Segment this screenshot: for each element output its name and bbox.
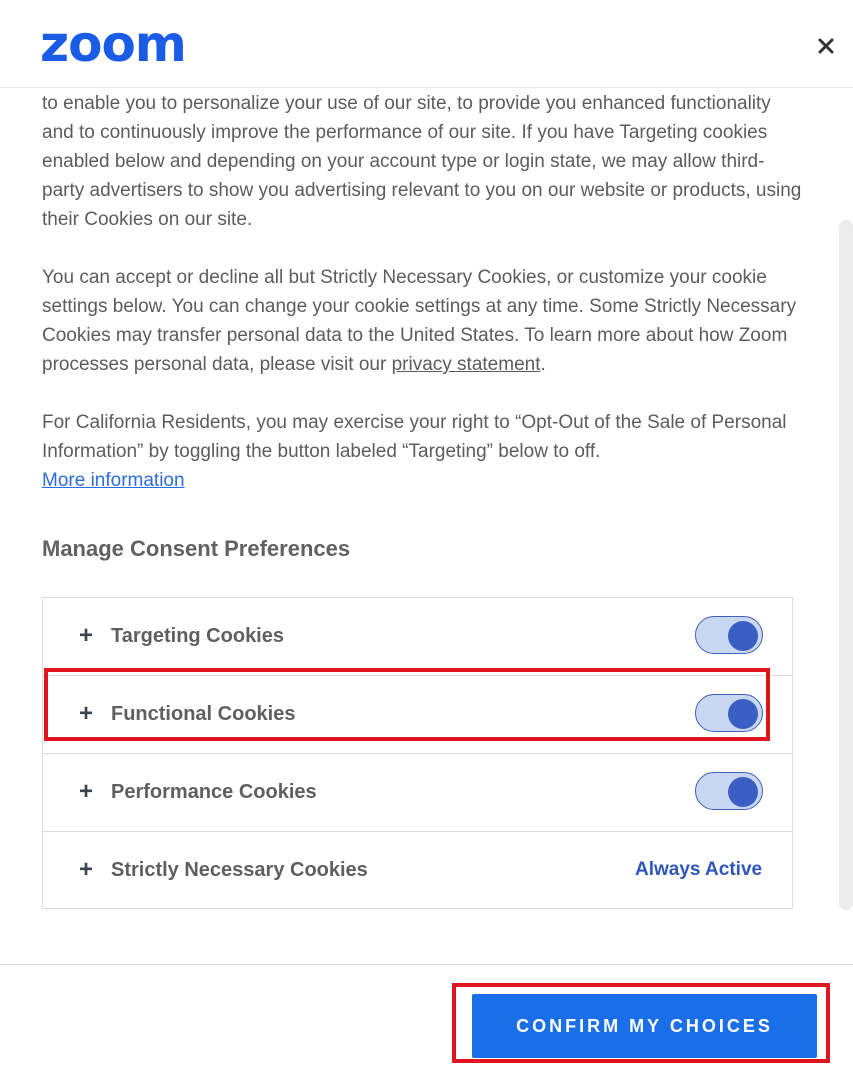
privacy-statement-link[interactable]: privacy statement [392,354,541,375]
description-paragraph-3: For California Residents, you may exerci… [42,412,787,462]
targeting-toggle[interactable] [695,616,763,654]
plus-icon[interactable]: + [79,856,99,884]
functional-toggle[interactable] [695,694,763,732]
pref-strictly-necessary-cookies[interactable]: + Strictly Necessary Cookies Always Acti… [42,831,793,909]
plus-icon[interactable]: + [79,622,99,650]
section-title: Manage Consent Preferences [42,536,351,561]
pref-functional-cookies[interactable]: + Functional Cookies [42,675,793,753]
pref-label: Performance Cookies [111,781,317,803]
pref-targeting-cookies[interactable]: + Targeting Cookies [42,597,793,675]
description-paragraph-2-end: . [540,354,546,375]
performance-toggle[interactable] [695,772,763,810]
cookie-description: to enable you to personalize your use of… [42,89,802,495]
footer-divider [0,964,853,965]
pref-label: Functional Cookies [111,703,296,725]
plus-icon[interactable]: + [79,778,99,806]
plus-icon[interactable]: + [79,700,99,728]
description-paragraph-2: You can accept or decline all but Strict… [42,263,802,379]
pref-label: Strictly Necessary Cookies [111,859,368,881]
confirm-my-choices-button[interactable]: CONFIRM MY CHOICES [472,994,817,1058]
scrollbar[interactable] [839,220,853,910]
pref-label: Targeting Cookies [111,625,284,647]
more-information-link[interactable]: More information [42,470,185,491]
toggle-knob [728,621,758,651]
toggle-knob [728,777,758,807]
close-icon[interactable] [812,32,840,60]
pref-performance-cookies[interactable]: + Performance Cookies [42,753,793,831]
description-paragraph-1: to enable you to personalize your use of… [42,93,802,230]
zoom-logo: zoom [40,15,187,73]
consent-preferences-list: + Targeting Cookies + Functional Cookies… [42,597,793,909]
toggle-knob [728,699,758,729]
always-active-status: Always Active [635,859,763,880]
dialog-header: zoom [0,0,853,88]
